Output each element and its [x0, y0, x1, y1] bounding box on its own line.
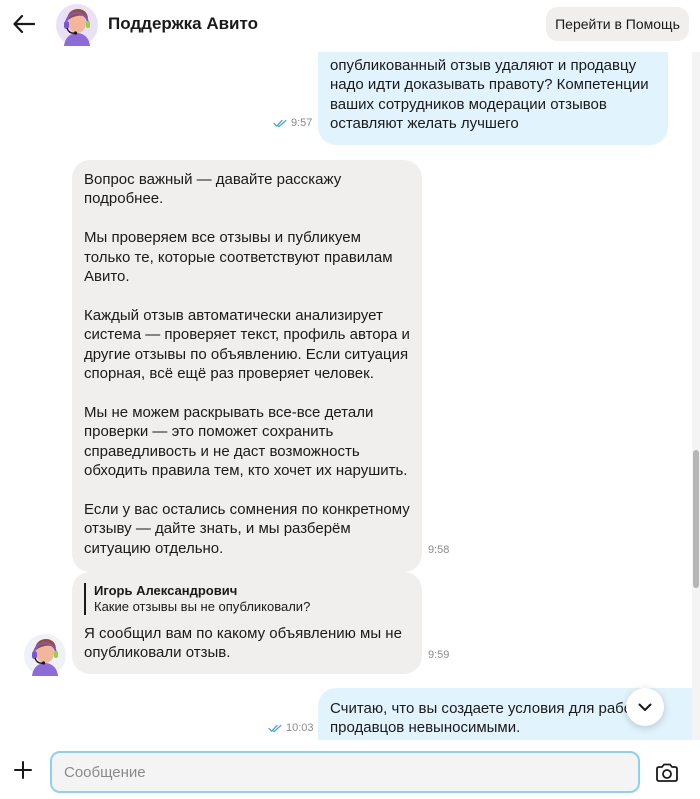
message-time: 10:03	[268, 722, 314, 734]
double-check-icon	[268, 724, 282, 732]
message-composer	[0, 740, 700, 799]
scrollbar-thumb[interactable]	[693, 450, 699, 588]
message-text: Я сообщил вам по какому объявлению мы не…	[84, 625, 402, 662]
double-check-icon	[273, 119, 287, 127]
message-outgoing: опубликованный отзыв удаляют и продавцу …	[318, 52, 668, 145]
message-text: опубликованный отзыв удаляют и продавцу …	[330, 57, 649, 133]
support-avatar	[24, 634, 66, 676]
camera-button[interactable]	[654, 760, 680, 786]
message-list: опубликованный отзыв удаляют и продавцу …	[0, 52, 692, 740]
message-scrollbar[interactable]	[692, 52, 700, 740]
arrow-left-icon	[13, 15, 35, 33]
attach-button[interactable]	[10, 757, 36, 783]
message-incoming: Вопрос важный — давайте расскажу подробн…	[72, 160, 422, 572]
quote-author: Игорь Александрович	[94, 583, 238, 598]
camera-icon	[656, 763, 678, 782]
support-avatar	[56, 4, 98, 46]
quoted-message[interactable]: Игорь Александрович Какие отзывы вы не о…	[84, 583, 410, 615]
chat-header: Поддержка Авито Перейти в Помощь	[0, 0, 700, 52]
chat-title: Поддержка Авито	[108, 14, 258, 33]
message-time: 9:58	[428, 544, 450, 556]
message-time: 9:57	[273, 117, 312, 129]
message-text: Считаю, что вы создаете условия для рабо…	[330, 700, 650, 737]
message-incoming: Игорь Александрович Какие отзывы вы не о…	[72, 572, 422, 674]
plus-icon	[14, 761, 32, 779]
message-input[interactable]	[50, 751, 640, 793]
chevron-down-icon	[638, 703, 652, 711]
back-button[interactable]	[8, 8, 40, 40]
scroll-to-bottom-button[interactable]	[626, 688, 664, 726]
quote-text: Какие отзывы вы не опубликовали?	[94, 599, 311, 614]
message-text: Вопрос важный — давайте расскажу подробн…	[84, 171, 410, 557]
message-time: 9:59	[428, 649, 450, 661]
go-to-help-button[interactable]: Перейти в Помощь	[546, 7, 689, 41]
